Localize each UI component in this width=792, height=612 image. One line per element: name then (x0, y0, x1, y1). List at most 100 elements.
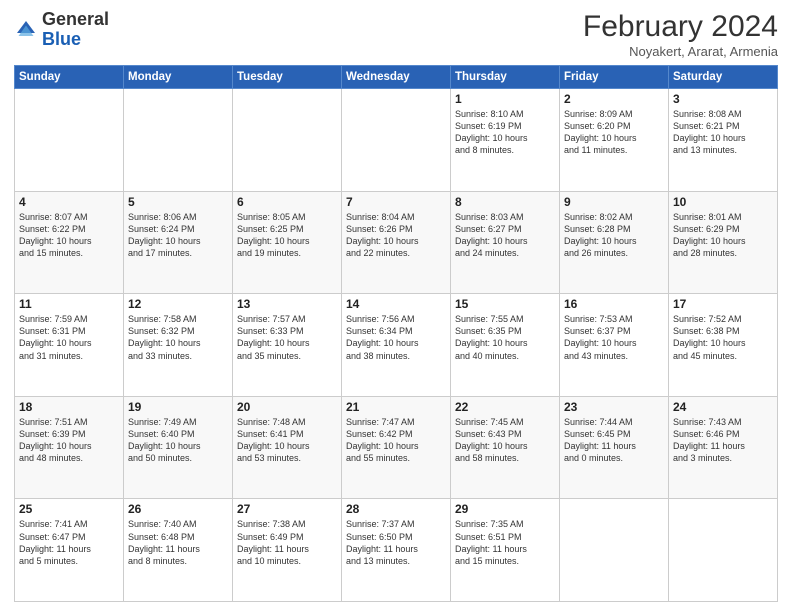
location: Noyakert, Ararat, Armenia (583, 44, 778, 59)
day-cell: 24 Sunrise: 7:43 AM Sunset: 6:46 PM Dayli… (669, 396, 778, 499)
day-number: 10 (673, 195, 773, 209)
col-header-tuesday: Tuesday (233, 66, 342, 89)
day-cell: 28Sunrise: 7:37 AM Sunset: 6:50 PM Dayli… (342, 499, 451, 602)
col-header-friday: Friday (560, 66, 669, 89)
day-number: 16 (564, 297, 664, 311)
day-info: Sunrise: 8:07 AM Sunset: 6:22 PM Dayligh… (19, 211, 119, 260)
day-info: Sunrise: 7:56 AM Sunset: 6:34 PM Dayligh… (346, 313, 446, 362)
day-cell (669, 499, 778, 602)
day-info: Sunrise: 8:08 AM Sunset: 6:21 PM Dayligh… (673, 108, 773, 157)
header-row: SundayMondayTuesdayWednesdayThursdayFrid… (15, 66, 778, 89)
logo-general: General (42, 9, 109, 29)
day-cell: 9 Sunrise: 8:02 AM Sunset: 6:28 PM Daylig… (560, 191, 669, 294)
day-cell: 16 Sunrise: 7:53 AM Sunset: 6:37 PM Dayli… (560, 294, 669, 397)
day-cell: 11 Sunrise: 7:59 AM Sunset: 6:31 PM Dayli… (15, 294, 124, 397)
col-header-thursday: Thursday (451, 66, 560, 89)
day-info: Sunrise: 8:09 AM Sunset: 6:20 PM Dayligh… (564, 108, 664, 157)
day-number: 3 (673, 92, 773, 106)
logo: General Blue (14, 10, 109, 50)
day-info: Sunrise: 7:55 AM Sunset: 6:35 PM Dayligh… (455, 313, 555, 362)
day-cell: 8 Sunrise: 8:03 AM Sunset: 6:27 PM Daylig… (451, 191, 560, 294)
day-info: Sunrise: 8:01 AM Sunset: 6:29 PM Dayligh… (673, 211, 773, 260)
day-number: 13 (237, 297, 337, 311)
day-number: 4 (19, 195, 119, 209)
title-block: February 2024 Noyakert, Ararat, Armenia (583, 10, 778, 59)
day-info: Sunrise: 7:57 AM Sunset: 6:33 PM Dayligh… (237, 313, 337, 362)
day-cell: 20Sunrise: 7:48 AM Sunset: 6:41 PM Dayli… (233, 396, 342, 499)
week-row-4: 18Sunrise: 7:51 AM Sunset: 6:39 PM Dayli… (15, 396, 778, 499)
day-info: Sunrise: 7:35 AM Sunset: 6:51 PM Dayligh… (455, 518, 555, 567)
day-number: 20 (237, 400, 337, 414)
day-info: Sunrise: 7:58 AM Sunset: 6:32 PM Dayligh… (128, 313, 228, 362)
col-header-saturday: Saturday (669, 66, 778, 89)
day-number: 2 (564, 92, 664, 106)
day-cell: 12 Sunrise: 7:58 AM Sunset: 6:32 PM Dayli… (124, 294, 233, 397)
day-cell: 14 Sunrise: 7:56 AM Sunset: 6:34 PM Dayli… (342, 294, 451, 397)
day-cell: 27 Sunrise: 7:38 AM Sunset: 6:49 PM Dayli… (233, 499, 342, 602)
day-info: Sunrise: 8:05 AM Sunset: 6:25 PM Dayligh… (237, 211, 337, 260)
day-cell: 22Sunrise: 7:45 AM Sunset: 6:43 PM Dayli… (451, 396, 560, 499)
page: General Blue February 2024 Noyakert, Ara… (0, 0, 792, 612)
day-cell: 5 Sunrise: 8:06 AM Sunset: 6:24 PM Daylig… (124, 191, 233, 294)
week-row-2: 4 Sunrise: 8:07 AM Sunset: 6:22 PM Daylig… (15, 191, 778, 294)
day-info: Sunrise: 7:38 AM Sunset: 6:49 PM Dayligh… (237, 518, 337, 567)
day-number: 1 (455, 92, 555, 106)
day-number: 8 (455, 195, 555, 209)
day-number: 29 (455, 502, 555, 516)
col-header-wednesday: Wednesday (342, 66, 451, 89)
day-number: 7 (346, 195, 446, 209)
day-info: Sunrise: 7:51 AM Sunset: 6:39 PM Dayligh… (19, 416, 119, 465)
day-cell: 26Sunrise: 7:40 AM Sunset: 6:48 PM Dayli… (124, 499, 233, 602)
day-info: Sunrise: 7:43 AM Sunset: 6:46 PM Dayligh… (673, 416, 773, 465)
day-info: Sunrise: 8:06 AM Sunset: 6:24 PM Dayligh… (128, 211, 228, 260)
day-number: 14 (346, 297, 446, 311)
day-number: 27 (237, 502, 337, 516)
day-cell: 19Sunrise: 7:49 AM Sunset: 6:40 PM Dayli… (124, 396, 233, 499)
day-number: 12 (128, 297, 228, 311)
logo-text: General Blue (42, 10, 109, 50)
day-info: Sunrise: 7:47 AM Sunset: 6:42 PM Dayligh… (346, 416, 446, 465)
day-info: Sunrise: 7:53 AM Sunset: 6:37 PM Dayligh… (564, 313, 664, 362)
logo-blue: Blue (42, 29, 81, 49)
week-row-5: 25 Sunrise: 7:41 AM Sunset: 6:47 PM Dayli… (15, 499, 778, 602)
day-cell: 23Sunrise: 7:44 AM Sunset: 6:45 PM Dayli… (560, 396, 669, 499)
day-info: Sunrise: 7:41 AM Sunset: 6:47 PM Dayligh… (19, 518, 119, 567)
day-info: Sunrise: 8:03 AM Sunset: 6:27 PM Dayligh… (455, 211, 555, 260)
logo-icon (14, 18, 38, 42)
day-cell (15, 89, 124, 192)
day-info: Sunrise: 7:40 AM Sunset: 6:48 PM Dayligh… (128, 518, 228, 567)
day-info: Sunrise: 7:59 AM Sunset: 6:31 PM Dayligh… (19, 313, 119, 362)
day-info: Sunrise: 7:45 AM Sunset: 6:43 PM Dayligh… (455, 416, 555, 465)
day-info: Sunrise: 8:02 AM Sunset: 6:28 PM Dayligh… (564, 211, 664, 260)
day-cell: 15 Sunrise: 7:55 AM Sunset: 6:35 PM Dayli… (451, 294, 560, 397)
day-info: Sunrise: 8:10 AM Sunset: 6:19 PM Dayligh… (455, 108, 555, 157)
day-number: 5 (128, 195, 228, 209)
day-cell: 10 Sunrise: 8:01 AM Sunset: 6:29 PM Dayli… (669, 191, 778, 294)
day-cell: 4 Sunrise: 8:07 AM Sunset: 6:22 PM Daylig… (15, 191, 124, 294)
day-cell (233, 89, 342, 192)
day-cell: 29 Sunrise: 7:35 AM Sunset: 6:51 PM Dayli… (451, 499, 560, 602)
day-number: 17 (673, 297, 773, 311)
month-year: February 2024 (583, 10, 778, 44)
header: General Blue February 2024 Noyakert, Ara… (14, 10, 778, 59)
day-number: 15 (455, 297, 555, 311)
day-cell: 18Sunrise: 7:51 AM Sunset: 6:39 PM Dayli… (15, 396, 124, 499)
day-number: 25 (19, 502, 119, 516)
week-row-3: 11 Sunrise: 7:59 AM Sunset: 6:31 PM Dayli… (15, 294, 778, 397)
day-cell: 25 Sunrise: 7:41 AM Sunset: 6:47 PM Dayli… (15, 499, 124, 602)
day-cell (560, 499, 669, 602)
day-cell: 1 Sunrise: 8:10 AM Sunset: 6:19 PM Daylig… (451, 89, 560, 192)
day-number: 11 (19, 297, 119, 311)
day-cell: 6Sunrise: 8:05 AM Sunset: 6:25 PM Daylig… (233, 191, 342, 294)
col-header-sunday: Sunday (15, 66, 124, 89)
day-number: 9 (564, 195, 664, 209)
week-row-1: 1 Sunrise: 8:10 AM Sunset: 6:19 PM Daylig… (15, 89, 778, 192)
day-number: 24 (673, 400, 773, 414)
calendar-table: SundayMondayTuesdayWednesdayThursdayFrid… (14, 65, 778, 602)
day-number: 21 (346, 400, 446, 414)
day-cell: 21 Sunrise: 7:47 AM Sunset: 6:42 PM Dayli… (342, 396, 451, 499)
day-info: Sunrise: 7:49 AM Sunset: 6:40 PM Dayligh… (128, 416, 228, 465)
day-cell: 3 Sunrise: 8:08 AM Sunset: 6:21 PM Daylig… (669, 89, 778, 192)
day-cell: 13 Sunrise: 7:57 AM Sunset: 6:33 PM Dayli… (233, 294, 342, 397)
day-info: Sunrise: 8:04 AM Sunset: 6:26 PM Dayligh… (346, 211, 446, 260)
